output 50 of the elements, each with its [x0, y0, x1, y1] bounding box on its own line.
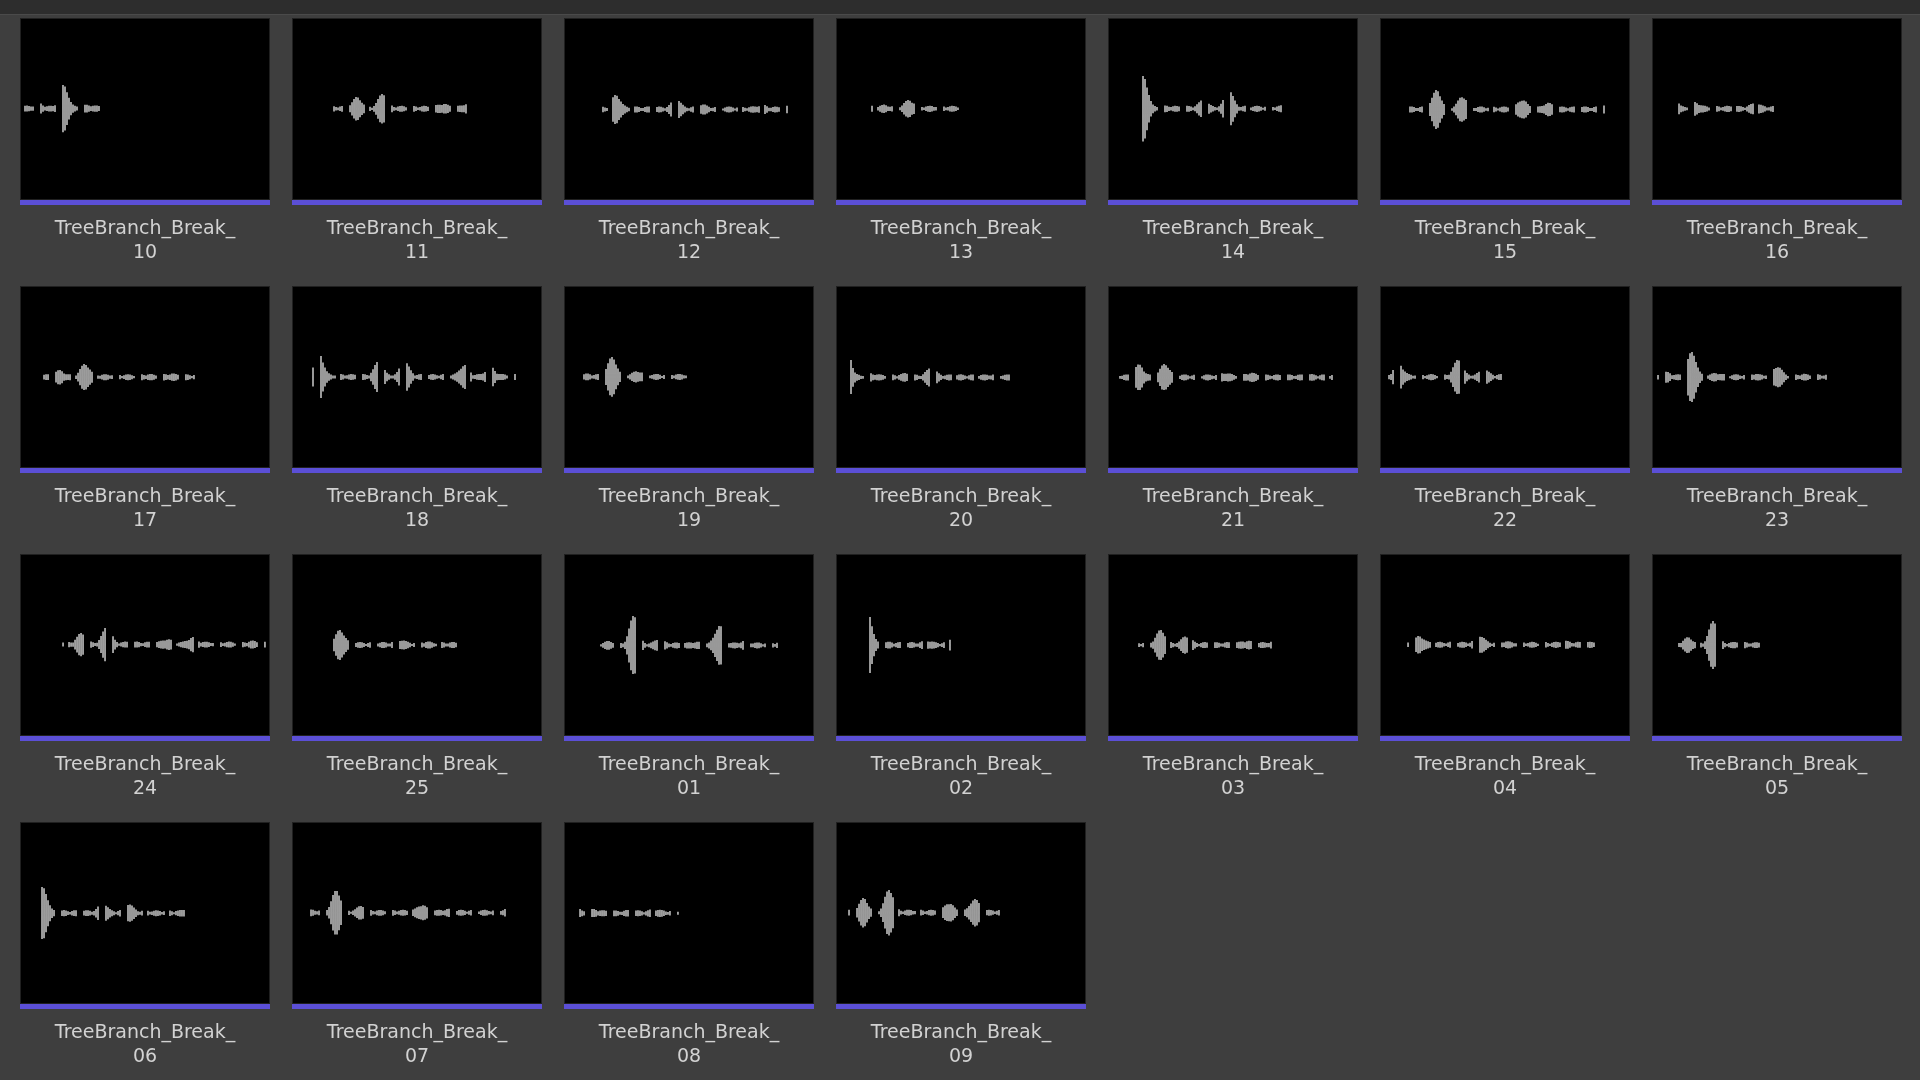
- asset-name: TreeBranch_Break_ 04: [1413, 751, 1597, 799]
- asset-name: TreeBranch_Break_ 07: [325, 1019, 509, 1067]
- sound-thumbnail[interactable]: [1380, 286, 1630, 468]
- sound-thumbnail[interactable]: [20, 822, 270, 1004]
- sound-thumbnail[interactable]: [20, 18, 270, 200]
- asset-name: TreeBranch_Break_ 18: [325, 483, 509, 531]
- asset-name: TreeBranch_Break_ 02: [869, 751, 1053, 799]
- sound-thumbnail[interactable]: [1652, 554, 1902, 736]
- sound-thumbnail[interactable]: [1380, 554, 1630, 736]
- sound-thumbnail[interactable]: [1108, 286, 1358, 468]
- sound-thumbnail[interactable]: [20, 286, 270, 468]
- sound-thumbnail[interactable]: [1380, 18, 1630, 200]
- sound-thumbnail[interactable]: [292, 286, 542, 468]
- asset-name: TreeBranch_Break_ 15: [1413, 215, 1597, 263]
- sound-thumbnail[interactable]: [1108, 18, 1358, 200]
- asset-name: TreeBranch_Break_ 14: [1141, 215, 1325, 263]
- asset-name: TreeBranch_Break_ 16: [1685, 215, 1869, 263]
- sound-thumbnail[interactable]: [564, 822, 814, 1004]
- sound-thumbnail[interactable]: [292, 554, 542, 736]
- asset-name: TreeBranch_Break_ 01: [597, 751, 781, 799]
- asset-name: TreeBranch_Break_ 19: [597, 483, 781, 531]
- asset-name: TreeBranch_Break_ 03: [1141, 751, 1325, 799]
- asset-name: TreeBranch_Break_ 24: [53, 751, 237, 799]
- asset-name: TreeBranch_Break_ 09: [869, 1019, 1053, 1067]
- asset-name: TreeBranch_Break_ 17: [53, 483, 237, 531]
- asset-name: TreeBranch_Break_ 12: [597, 215, 781, 263]
- sound-thumbnail[interactable]: [564, 554, 814, 736]
- sound-thumbnail[interactable]: [564, 18, 814, 200]
- sound-thumbnail[interactable]: [836, 286, 1086, 468]
- asset-name: TreeBranch_Break_ 25: [325, 751, 509, 799]
- sound-thumbnail[interactable]: [1652, 18, 1902, 200]
- asset-name: TreeBranch_Break_ 10: [53, 215, 237, 263]
- asset-name: TreeBranch_Break_ 06: [53, 1019, 237, 1067]
- asset-name: TreeBranch_Break_ 13: [869, 215, 1053, 263]
- sound-thumbnail[interactable]: [1652, 286, 1902, 468]
- sound-thumbnail[interactable]: [20, 554, 270, 736]
- asset-name: TreeBranch_Break_ 22: [1413, 483, 1597, 531]
- sound-thumbnail[interactable]: [292, 822, 542, 1004]
- sound-thumbnail[interactable]: [836, 554, 1086, 736]
- asset-name: TreeBranch_Break_ 23: [1685, 483, 1869, 531]
- asset-name: TreeBranch_Break_ 05: [1685, 751, 1869, 799]
- asset-name: TreeBranch_Break_ 08: [597, 1019, 781, 1067]
- asset-name: TreeBranch_Break_ 11: [325, 215, 509, 263]
- asset-name: TreeBranch_Break_ 20: [869, 483, 1053, 531]
- asset-name: TreeBranch_Break_ 21: [1141, 483, 1325, 531]
- sound-thumbnail[interactable]: [564, 286, 814, 468]
- sound-thumbnail[interactable]: [1108, 554, 1358, 736]
- sound-thumbnail[interactable]: [836, 822, 1086, 1004]
- sound-thumbnail[interactable]: [292, 18, 542, 200]
- sound-thumbnail[interactable]: [836, 18, 1086, 200]
